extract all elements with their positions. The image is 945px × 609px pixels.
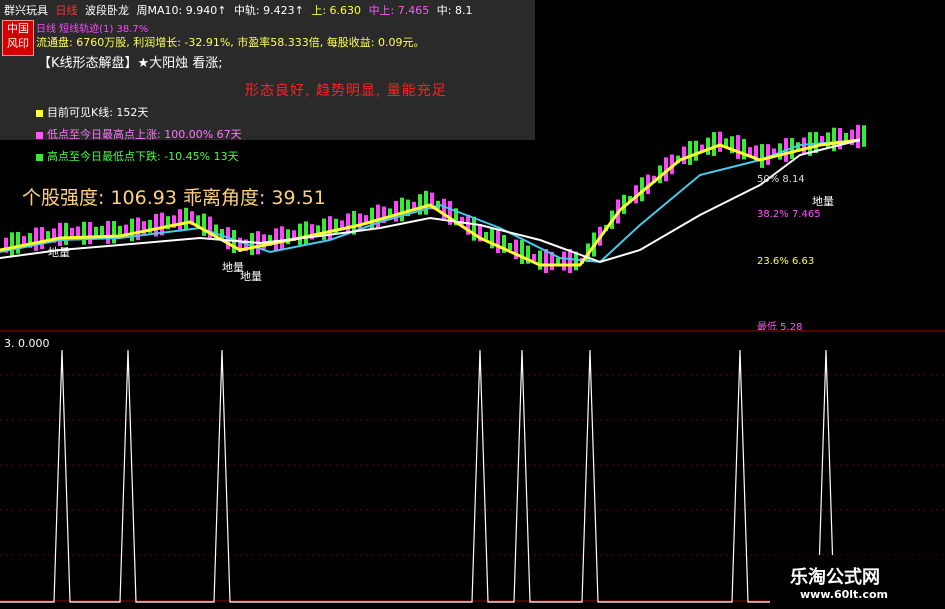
chart-mask	[250, 278, 692, 330]
candle	[520, 240, 524, 264]
legend-fall: 高点至今日最低点下跌: -10.45% 13天	[36, 148, 239, 164]
candle	[16, 231, 20, 254]
strength-readout: 个股强度: 106.93 乖离角度: 39.51	[22, 187, 326, 209]
candle	[184, 207, 188, 231]
legend-swatch-magenta	[36, 131, 43, 139]
candle	[538, 250, 542, 270]
candle	[358, 213, 362, 230]
fib-50: 50% 8.14	[757, 174, 805, 185]
legend-visible-bars: 目前可见K线: 152天	[36, 104, 148, 120]
candle	[826, 132, 830, 149]
mid-track-value: 中轨: 9.423↑	[233, 4, 304, 17]
volume-low-label: 地量	[48, 246, 70, 259]
volume-low-label: 地量	[240, 270, 262, 283]
candle	[682, 146, 686, 165]
legend-swatch-green	[36, 153, 43, 161]
volume-low-label: 地量	[812, 195, 834, 208]
mid-upper-value: 中上: 7.465	[368, 4, 430, 17]
candle	[250, 233, 254, 255]
candle	[742, 139, 746, 160]
seal-logo: 中国 风印	[2, 20, 34, 56]
candle	[34, 227, 38, 251]
candle	[532, 253, 536, 261]
legend-swatch-yellow	[36, 109, 43, 117]
financial-summary: 流通盘: 6760万股, 利润增长: -32.91%, 市盈率58.333倍, …	[36, 36, 425, 49]
candle	[766, 144, 770, 165]
fib-23: 23.6% 6.63	[757, 256, 815, 267]
candle	[88, 221, 92, 245]
title-bar: 群兴玩具 日线 波段卧龙 周MA10: 9.940↑ 中轨: 9.423↑ 上:…	[4, 2, 476, 18]
candle	[334, 218, 338, 235]
period-label[interactable]: 日线	[56, 4, 78, 17]
candle	[202, 213, 206, 236]
candle	[280, 226, 284, 250]
candle	[64, 222, 68, 245]
candle	[10, 232, 14, 256]
candle	[472, 216, 476, 241]
candle	[862, 125, 866, 147]
candle	[322, 218, 326, 240]
candle	[508, 243, 512, 251]
candle	[712, 132, 716, 156]
fib-38: 38.2% 7.465	[757, 209, 821, 220]
ma10-value: 周MA10: 9.940↑	[136, 4, 227, 17]
stock-name[interactable]: 群兴玩具	[4, 4, 48, 17]
candle	[856, 124, 860, 149]
candle	[82, 221, 86, 245]
candle	[106, 221, 110, 244]
candle	[112, 221, 116, 244]
candle	[400, 197, 404, 222]
candle	[424, 190, 428, 215]
candle	[496, 229, 500, 254]
candle	[760, 144, 764, 168]
candle	[718, 131, 722, 152]
legend-rise: 低点至今日最高点上涨: 100.00% 67天	[36, 126, 242, 142]
candle	[40, 227, 44, 249]
watermark-url: www.60lt.com	[800, 588, 889, 601]
candle	[376, 204, 380, 229]
candle	[688, 141, 692, 165]
candle	[568, 249, 572, 273]
kline-pattern-text: 【K线形态解盘】★大阳烛 看涨;	[38, 56, 223, 71]
pattern-verdict: 形态良好, 趋势明显, 量能充足	[245, 83, 447, 99]
candle	[328, 216, 332, 240]
candle	[208, 216, 212, 240]
upper-value: 上: 6.630	[311, 4, 362, 17]
candle	[58, 222, 62, 246]
short-track-line: 日线 短线轨迹(1) 38.7%	[36, 24, 149, 35]
oscillator-value-label: 3. 0.000	[4, 337, 50, 350]
candle	[178, 209, 182, 232]
indicator-name[interactable]: 波段卧龙	[85, 4, 129, 17]
candle	[736, 135, 740, 159]
stock-chart-window: 群兴玩具 日线 波段卧龙 周MA10: 9.940↑ 中轨: 9.423↑ 上:…	[0, 0, 945, 609]
candle	[304, 221, 308, 245]
candle	[706, 137, 710, 155]
watermark-title: 乐淘公式网	[790, 567, 880, 588]
candle	[130, 218, 134, 242]
candle	[298, 223, 302, 246]
candle	[694, 140, 698, 161]
candle	[274, 228, 278, 251]
mid-value: 中: 8.1	[436, 4, 473, 17]
candle	[562, 251, 566, 271]
